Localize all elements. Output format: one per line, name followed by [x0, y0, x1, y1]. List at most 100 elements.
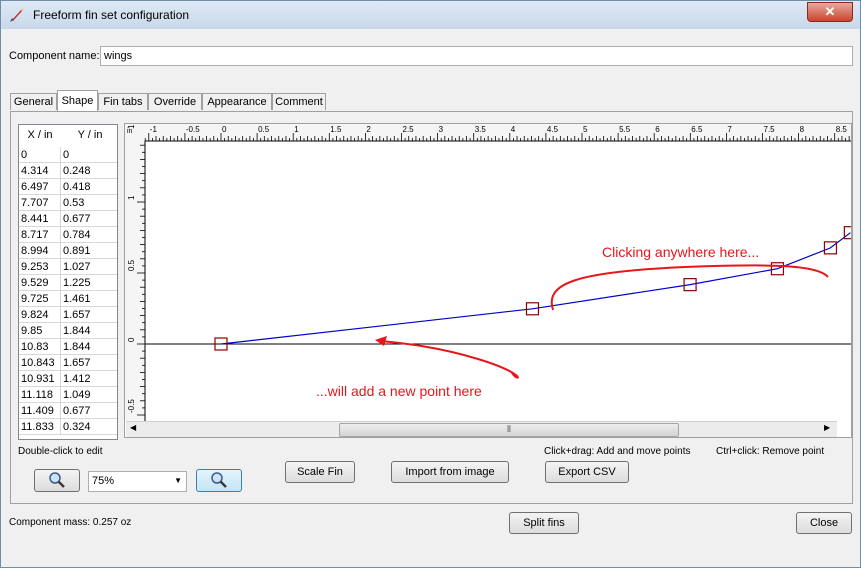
table-cell-x[interactable]: 9.824 — [19, 307, 61, 323]
x-ruler-label: 6 — [655, 125, 660, 134]
y-ruler-label: 1.5 — [127, 124, 136, 129]
zoom-in-button[interactable] — [196, 469, 242, 492]
table-cell-y[interactable]: 1.461 — [61, 291, 117, 307]
chevron-down-icon: ▼ — [174, 476, 182, 485]
table-cell-x[interactable]: 11.409 — [19, 403, 61, 419]
table-cell-x[interactable]: 0 — [19, 147, 61, 163]
zoom-value: 75% — [92, 475, 115, 487]
column-header-x[interactable]: X / in — [19, 125, 62, 146]
close-button[interactable]: Close — [796, 512, 852, 534]
table-cell-x[interactable]: 8.717 — [19, 227, 61, 243]
x-ruler-label: 8 — [800, 125, 805, 134]
points-table: X / in Y / in 0 0 4.314 0.248 6.497 0.418 7.70… — [18, 124, 118, 440]
zoom-out-icon — [49, 472, 65, 488]
table-cell-y[interactable]: 1.049 — [61, 387, 117, 403]
table-cell-x[interactable]: 7.707 — [19, 195, 61, 211]
table-cell-y[interactable]: 1.027 — [61, 259, 117, 275]
table-cell-x[interactable]: 8.441 — [19, 211, 61, 227]
annotation-bottom-text: ...will add a new point here — [316, 383, 482, 399]
ctrl-click-hint: Ctrl+click: Remove point — [716, 446, 825, 457]
x-ruler-label: 6.5 — [691, 125, 703, 134]
window-close-button[interactable]: ✕ — [807, 2, 853, 22]
table-cell-x[interactable]: 8.994 — [19, 243, 61, 259]
table-cell-y[interactable]: 1.657 — [61, 307, 117, 323]
x-ruler-label: 2.5 — [403, 125, 415, 134]
tab-comment[interactable]: Comment — [272, 93, 326, 110]
table-cell-y[interactable]: 1.844 — [61, 323, 117, 339]
tab-appearance[interactable]: Appearance — [202, 93, 272, 110]
table-cell-y[interactable]: 0.418 — [61, 179, 117, 195]
table-cell-x[interactable]: 10.843 — [19, 355, 61, 371]
window-title: Freeform fin set configuration — [33, 8, 190, 22]
table-cell-x[interactable]: 6.497 — [19, 179, 61, 195]
export-csv-button[interactable]: Export CSV — [545, 461, 629, 483]
table-cell-y[interactable]: 0.784 — [61, 227, 117, 243]
table-cell-x[interactable]: 11.118 — [19, 387, 61, 403]
x-ruler-label: 7.5 — [764, 125, 776, 134]
fin-shape-editor[interactable]: in -1 -0.5 0 0.5 1 1.5 2 2.5 3 3.5 4 4.5 5 5.5 6 6.5 7 7.5… — [124, 123, 852, 438]
tab-fin-tabs[interactable]: Fin tabs — [98, 93, 148, 110]
zoom-select[interactable]: 75% ▼ — [88, 471, 187, 492]
annotation-top-text: Clicking anywhere here... — [602, 244, 759, 260]
import-from-image-button[interactable]: Import from image — [391, 461, 509, 483]
table-cell-y[interactable]: 0.53 — [61, 195, 117, 211]
x-ruler-label: 4.5 — [547, 125, 559, 134]
fin-plot-canvas[interactable]: in -1 -0.5 0 0.5 1 1.5 2 2.5 3 3.5 4 4.5 5 5.5 6 6.5 7 7.5… — [125, 124, 851, 437]
scroll-right-icon[interactable]: ▶ — [824, 423, 830, 432]
table-cell-y[interactable]: 0.324 — [61, 419, 117, 435]
table-cell-y[interactable]: 1.412 — [61, 371, 117, 387]
table-cell-y[interactable]: 0.677 — [61, 211, 117, 227]
zoom-out-button[interactable] — [34, 469, 80, 492]
x-ruler-label: 1 — [294, 125, 299, 134]
table-cell-x[interactable]: 9.85 — [19, 323, 61, 339]
table-cell-x[interactable]: 4.314 — [19, 163, 61, 179]
fin-config-window: Freeform fin set configuration ✕ Compone… — [0, 0, 861, 568]
scroll-left-icon[interactable]: ◀ — [130, 423, 136, 432]
table-cell-y[interactable]: 0.248 — [61, 163, 117, 179]
table-cell-y[interactable]: 0.677 — [61, 403, 117, 419]
component-name-label: Component name: — [9, 50, 100, 62]
y-ruler-label: -0.5 — [127, 399, 136, 413]
y-ruler-label: 0 — [127, 337, 136, 342]
table-cell-x[interactable]: 9.725 — [19, 291, 61, 307]
table-cell-y[interactable]: 0 — [61, 147, 117, 163]
table-cell-y[interactable]: 0.891 — [61, 243, 117, 259]
plot-scroll-thumb[interactable]: ⦀ — [339, 423, 679, 437]
component-mass-label: Component mass: 0.257 oz — [9, 517, 132, 528]
tab-general[interactable]: General — [10, 93, 57, 110]
table-cell-x[interactable]: 10.931 — [19, 371, 61, 387]
table-cell-x[interactable]: 9.253 — [19, 259, 61, 275]
x-ruler-label: 8.5 — [836, 125, 848, 134]
y-ruler-label: 1 — [127, 195, 136, 200]
annotation-arrow-line — [379, 340, 519, 379]
x-ruler-label: 1.5 — [330, 125, 342, 134]
table-cell-x[interactable]: 10.83 — [19, 339, 61, 355]
table-cell-y[interactable]: 1.225 — [61, 275, 117, 291]
x-ruler-label: 2 — [366, 125, 371, 134]
x-ruler-label: 5.5 — [619, 125, 631, 134]
x-ruler-label: 4 — [511, 125, 516, 134]
x-ruler-label: 3.5 — [475, 125, 487, 134]
table-cell-y[interactable]: 1.657 — [61, 355, 117, 371]
column-header-y[interactable]: Y / in — [61, 125, 117, 146]
table-cell-x[interactable]: 9.529 — [19, 275, 61, 291]
x-ruler-label: -1 — [150, 125, 158, 134]
x-ruler-label: 0 — [222, 125, 227, 134]
left-ruler — [125, 124, 145, 421]
x-ruler-label: 5 — [583, 125, 588, 134]
table-cell-y[interactable]: 1.844 — [61, 339, 117, 355]
click-drag-hint: Click+drag: Add and move points — [544, 446, 691, 457]
component-name-input[interactable]: wings — [100, 46, 853, 66]
tab-shape[interactable]: Shape — [57, 90, 98, 111]
y-ruler-label: 0.5 — [127, 259, 136, 271]
split-fins-button[interactable]: Split fins — [509, 512, 579, 534]
annotation-bracket — [550, 264, 829, 311]
table-cell-x[interactable]: 11.833 — [19, 419, 61, 435]
x-ruler-label: -0.5 — [186, 125, 200, 134]
zoom-in-icon — [211, 472, 227, 488]
rocket-app-icon — [10, 8, 24, 22]
plot-horizontal-scrollbar[interactable]: ◀ ⦀ ▶ — [126, 421, 837, 437]
scale-fin-button[interactable]: Scale Fin — [285, 461, 355, 483]
x-ruler-label: 3 — [439, 125, 444, 134]
tab-override[interactable]: Override — [148, 93, 202, 110]
